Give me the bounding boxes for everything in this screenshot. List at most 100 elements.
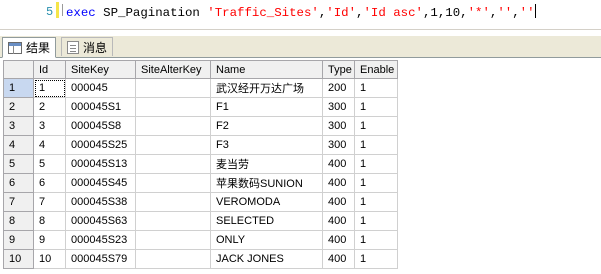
table-cell[interactable]: 1 — [354, 97, 398, 117]
table-row[interactable]: 5 5 000045S13 麦当劳 400 1 — [3, 154, 398, 174]
corner-header[interactable] — [3, 60, 34, 79]
results-grid-pane[interactable]: Id SiteKey SiteAlterKey Name Type Enable 1 1 00… — [0, 58, 601, 274]
table-cell[interactable]: 1 — [354, 230, 398, 250]
table-cell[interactable]: 000045S23 — [65, 230, 136, 250]
table-cell[interactable] — [135, 97, 211, 117]
table-cell[interactable]: 000045S63 — [65, 211, 136, 231]
table-row[interactable]: 9 9 000045S23 ONLY 400 1 — [3, 230, 398, 250]
table-cell[interactable]: 300 — [322, 135, 355, 155]
table-cell[interactable]: 2 — [33, 97, 66, 117]
table-cell[interactable] — [135, 211, 211, 231]
table-cell[interactable]: 300 — [322, 97, 355, 117]
table-cell[interactable]: 6 — [33, 173, 66, 193]
column-header[interactable]: Id — [33, 60, 66, 79]
tab-messages[interactable]: 消息 — [61, 37, 114, 56]
sql-editor[interactable]: 5 exec SP_Pagination 'Traffic_Sites', 'Id… — [0, 0, 601, 32]
table-cell[interactable] — [135, 192, 211, 212]
table-cell[interactable]: 000045S8 — [65, 116, 136, 136]
row-header[interactable]: 5 — [3, 154, 34, 174]
table-cell[interactable]: 400 — [322, 173, 355, 193]
row-header[interactable]: 9 — [3, 230, 34, 250]
table-cell[interactable]: JACK JONES — [210, 249, 323, 269]
row-header[interactable]: 3 — [3, 116, 34, 136]
table-cell[interactable]: 7 — [33, 192, 66, 212]
table-cell[interactable]: 000045S13 — [65, 154, 136, 174]
table-cell[interactable]: F1 — [210, 97, 323, 117]
table-cell[interactable]: 000045S45 — [65, 173, 136, 193]
table-cell[interactable]: 1 — [354, 173, 398, 193]
param-table: 'Traffic_Sites' — [207, 6, 319, 20]
table-cell[interactable]: 1 — [354, 116, 398, 136]
sql-code-line[interactable]: exec SP_Pagination 'Traffic_Sites', 'Id',… — [66, 4, 536, 20]
table-row[interactable]: 1 1 000045 武汉经开万达广场 200 1 — [3, 78, 398, 98]
results-table[interactable]: Id SiteKey SiteAlterKey Name Type Enable 1 1 00… — [3, 60, 398, 269]
table-cell[interactable]: 1 — [354, 78, 398, 98]
tab-results-label: 结果 — [26, 41, 51, 55]
table-row[interactable]: 4 4 000045S25 F3 300 1 — [3, 135, 398, 155]
change-indicator — [56, 2, 59, 18]
table-cell[interactable]: 000045S1 — [65, 97, 136, 117]
row-header[interactable]: 8 — [3, 211, 34, 231]
table-cell[interactable]: 400 — [322, 230, 355, 250]
table-cell[interactable]: 武汉经开万达广场 — [210, 78, 323, 98]
table-cell[interactable]: SELECTED — [210, 211, 323, 231]
table-cell[interactable]: 1 — [354, 192, 398, 212]
table-cell[interactable]: ONLY — [210, 230, 323, 250]
table-row[interactable]: 10 10 000045S79 JACK JONES 400 1 — [3, 249, 398, 269]
row-header[interactable]: 2 — [3, 97, 34, 117]
table-cell[interactable]: 300 — [322, 116, 355, 136]
keyword-exec: exec — [66, 6, 96, 20]
table-cell[interactable]: 000045S79 — [65, 249, 136, 269]
table-row[interactable]: 3 3 000045S8 F2 300 1 — [3, 116, 398, 136]
table-cell[interactable]: 000045S38 — [65, 192, 136, 212]
column-header[interactable]: SiteKey — [65, 60, 136, 79]
table-cell[interactable]: F3 — [210, 135, 323, 155]
table-cell[interactable]: 苹果数码SUNION — [210, 173, 323, 193]
table-cell[interactable] — [135, 230, 211, 250]
table-cell[interactable]: 9 — [33, 230, 66, 250]
table-row[interactable]: 7 7 000045S38 VEROMODA 400 1 — [3, 192, 398, 212]
table-cell[interactable]: 000045S25 — [65, 135, 136, 155]
table-cell[interactable] — [135, 135, 211, 155]
table-cell[interactable]: 1 — [33, 78, 66, 98]
table-cell[interactable]: 1 — [354, 211, 398, 231]
table-cell[interactable]: 000045 — [65, 78, 136, 98]
table-cell[interactable] — [135, 173, 211, 193]
row-header[interactable]: 4 — [3, 135, 34, 155]
table-cell[interactable] — [135, 154, 211, 174]
line-number: 5 — [46, 5, 54, 19]
table-cell[interactable]: 400 — [322, 249, 355, 269]
table-row[interactable]: 2 2 000045S1 F1 300 1 — [3, 97, 398, 117]
table-cell[interactable]: 3 — [33, 116, 66, 136]
tab-results[interactable]: 结果 — [2, 37, 57, 58]
table-cell[interactable]: 8 — [33, 211, 66, 231]
table-cell[interactable]: 400 — [322, 211, 355, 231]
table-row[interactable]: 8 8 000045S63 SELECTED 400 1 — [3, 211, 398, 231]
column-header[interactable]: Enable — [354, 60, 398, 79]
param-extra: '' — [519, 6, 535, 20]
table-cell[interactable]: 10 — [33, 249, 66, 269]
table-cell[interactable] — [135, 116, 211, 136]
column-header[interactable]: SiteAlterKey — [135, 60, 211, 79]
table-cell[interactable]: VEROMODA — [210, 192, 323, 212]
row-header[interactable]: 7 — [3, 192, 34, 212]
table-cell[interactable]: 麦当劳 — [210, 154, 323, 174]
column-header[interactable]: Type — [322, 60, 355, 79]
row-header[interactable]: 1 — [3, 78, 34, 98]
table-cell[interactable]: 1 — [354, 135, 398, 155]
row-header[interactable]: 10 — [3, 249, 34, 269]
table-row[interactable]: 6 6 000045S45 苹果数码SUNION 400 1 — [3, 173, 398, 193]
table-cell[interactable]: F2 — [210, 116, 323, 136]
text-caret — [534, 4, 536, 18]
row-header[interactable]: 6 — [3, 173, 34, 193]
table-cell[interactable]: 4 — [33, 135, 66, 155]
table-cell[interactable]: 1 — [354, 154, 398, 174]
table-cell[interactable] — [135, 249, 211, 269]
column-header[interactable]: Name — [210, 60, 323, 79]
table-cell[interactable] — [135, 78, 211, 98]
table-cell[interactable]: 200 — [322, 78, 355, 98]
table-cell[interactable]: 1 — [354, 249, 398, 269]
table-cell[interactable]: 5 — [33, 154, 66, 174]
table-cell[interactable]: 400 — [322, 154, 355, 174]
table-cell[interactable]: 400 — [322, 192, 355, 212]
